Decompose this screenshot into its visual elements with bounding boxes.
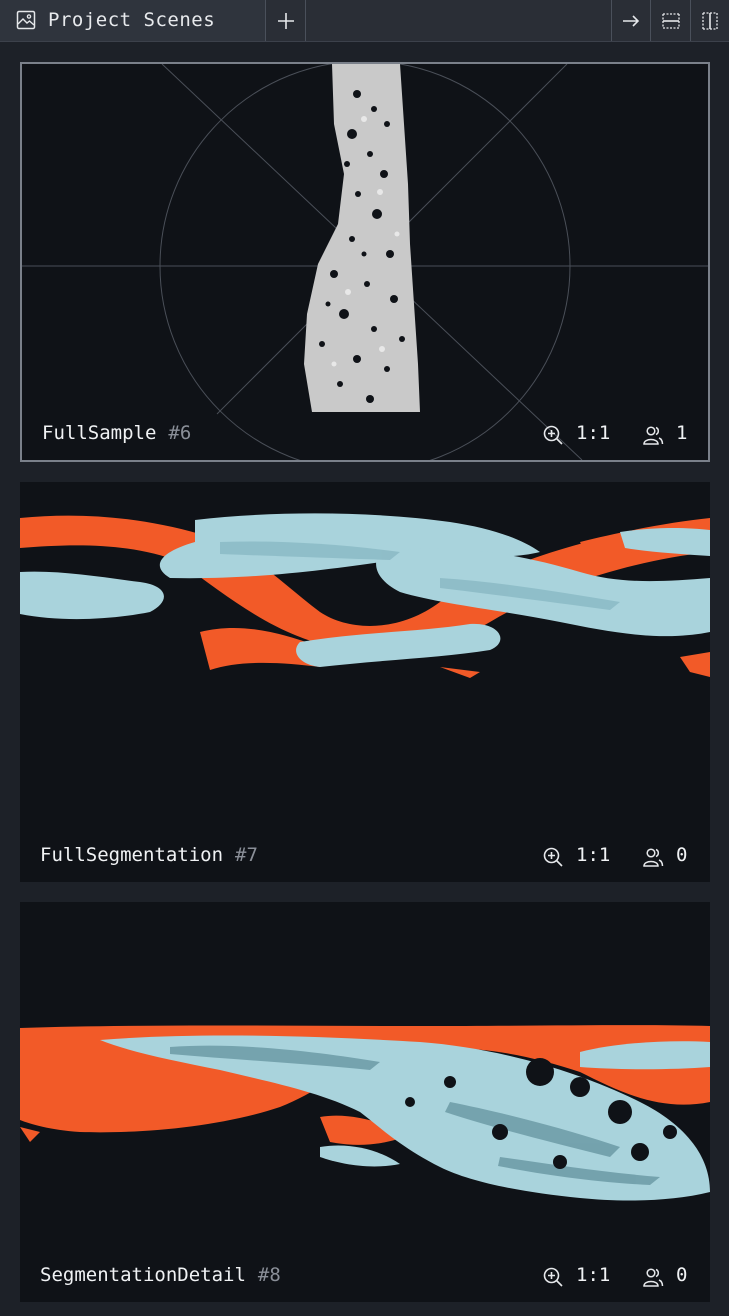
users-icon (643, 848, 664, 867)
scene-meta: FullSample #6 1:1 1 (22, 410, 708, 460)
scene-image-icon (16, 10, 36, 30)
scene-meta: SegmentationDetail #8 1:1 0 (20, 1252, 710, 1302)
user-count: 0 (676, 1264, 688, 1286)
scene-meta: FullSegmentation #7 1:1 0 (20, 832, 710, 882)
scene-card-segmentationdetail[interactable]: SegmentationDetail #8 1:1 0 (20, 902, 710, 1302)
user-count: 0 (676, 844, 688, 866)
scene-number: #6 (168, 422, 192, 444)
add-scene-button[interactable] (266, 0, 306, 41)
scene-name: FullSegmentation #7 (40, 844, 258, 866)
scene-name: SegmentationDetail #8 (40, 1264, 281, 1286)
zoom-in-icon (543, 847, 563, 867)
tab-project-scenes[interactable]: Project Scenes (0, 0, 266, 41)
scene-card-fullsegmentation[interactable]: FullSegmentation #7 1:1 0 (20, 482, 710, 882)
scene-preview-fullsegmentation (20, 513, 710, 678)
scene-number: #7 (235, 844, 258, 866)
split-vertical-button[interactable] (691, 0, 729, 41)
users-icon (643, 1268, 664, 1287)
arrow-right-icon (623, 14, 640, 27)
scene-card-fullsample[interactable]: FullSample #6 1:1 1 (20, 62, 710, 462)
users-icon (643, 426, 664, 445)
scene-preview-segmentationdetail (20, 1025, 710, 1201)
zoom-level[interactable]: 1:1 (576, 1264, 610, 1286)
zoom-level[interactable]: 1:1 (576, 422, 610, 444)
scene-preview-fullsample (22, 64, 708, 460)
vertical-split-icon (702, 11, 718, 30)
page-title: Project Scenes (48, 9, 216, 31)
horizontal-split-icon (661, 12, 680, 29)
split-horizontal-button[interactable] (651, 0, 691, 41)
zoom-in-icon (543, 425, 563, 445)
scene-number: #8 (257, 1264, 281, 1286)
zoom-in-icon (543, 1267, 563, 1287)
scene-name: FullSample #6 (42, 422, 192, 444)
zoom-level[interactable]: 1:1 (576, 844, 610, 866)
plus-icon (277, 12, 294, 29)
arrow-right-button[interactable] (611, 0, 651, 41)
top-bar: Project Scenes (0, 0, 729, 42)
user-count: 1 (676, 422, 688, 444)
